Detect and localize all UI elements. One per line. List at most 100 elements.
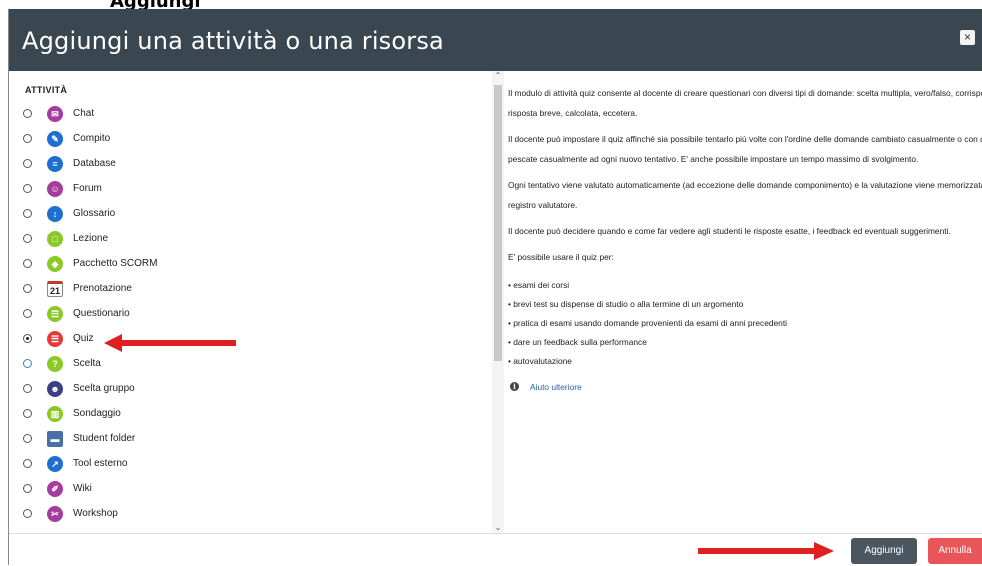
activity-radio[interactable]: [23, 359, 32, 368]
activity-label: Scelta gruppo: [73, 383, 135, 394]
activity-label: Questionario: [73, 308, 130, 319]
dialog-title: Aggiungi una attività o una risorsa: [22, 27, 444, 55]
activity-row[interactable]: ↕ Glossario: [9, 202, 492, 227]
info-icon: i: [510, 382, 519, 391]
close-button[interactable]: ×: [960, 30, 975, 45]
folder-icon: ▬: [47, 431, 63, 447]
activity-radio[interactable]: [23, 209, 32, 218]
activity-description: Il modulo di attività quiz consente al d…: [504, 71, 982, 533]
help-link[interactable]: Aiuto ulteriore: [530, 382, 582, 392]
wiki-icon: ✐: [47, 481, 63, 497]
description-p2-line1: Il docente può impostare il quiz affinch…: [508, 134, 982, 144]
description-p1-line2: risposta breve, calcolata, eccetera.: [508, 108, 638, 118]
scroll-up-icon[interactable]: ⌃: [492, 71, 504, 81]
dialog-header: Aggiungi una attività o una risorsa: [9, 9, 982, 71]
activity-row[interactable]: ↗ Tool esterno: [9, 452, 492, 477]
activity-label: Pacchetto SCORM: [73, 258, 158, 269]
description-bullet: • brevi test su dispense di studio o all…: [508, 299, 744, 309]
activity-radio[interactable]: [23, 309, 32, 318]
scorm-icon: ◈: [47, 256, 63, 272]
section-title: ATTIVITÀ: [25, 85, 68, 95]
bullet-text: autovalutazione: [513, 356, 572, 366]
activity-label: Chat: [73, 108, 95, 119]
scroll-down-icon[interactable]: ⌄: [492, 523, 504, 533]
activity-radio[interactable]: [23, 284, 32, 293]
description-p3-line1: Ogni tentativo viene valutato automatica…: [508, 180, 982, 190]
activity-list-scrollbar[interactable]: ⌃ ⌄: [492, 71, 504, 533]
arrow-right-icon: [698, 542, 834, 560]
activity-radio[interactable]: [23, 434, 32, 443]
page-heading: Aggiungi: [110, 0, 201, 9]
questionnaire-icon: ☰: [47, 306, 63, 322]
close-icon: ×: [963, 30, 971, 44]
lesson-icon: □: [47, 231, 63, 247]
activity-radio[interactable]: [23, 234, 32, 243]
annotation-arrow-add: [698, 542, 834, 560]
activity-label: Scelta: [73, 358, 101, 369]
activity-radio[interactable]: [23, 459, 32, 468]
activity-radio[interactable]: [23, 184, 32, 193]
description-p3-line2: registro valutatore.: [508, 200, 578, 210]
workshop-icon: ✂: [47, 506, 63, 522]
calendar-icon: 21: [47, 281, 63, 297]
activity-radio[interactable]: [23, 159, 32, 168]
annotation-arrow-quiz: [104, 334, 236, 352]
description-bullet: • dare un feedback sulla performance: [508, 337, 647, 347]
activity-radio[interactable]: [23, 259, 32, 268]
description-p5: E' possibile usare il quiz per:: [508, 252, 614, 262]
activity-radio[interactable]: [23, 509, 32, 518]
activity-radio[interactable]: [23, 484, 32, 493]
description-p1-line1: Il modulo di attività quiz consente al d…: [508, 88, 982, 98]
chat-icon: ✉: [47, 106, 63, 122]
activity-row[interactable]: □ Lezione: [9, 227, 492, 252]
forum-icon: ☺: [47, 181, 63, 197]
survey-icon: ▥: [47, 406, 63, 422]
description-bullet: • pratica di esami usando domande proven…: [508, 318, 788, 328]
glossary-icon: ↕: [47, 206, 63, 222]
add-button[interactable]: Aggiungi: [851, 538, 917, 564]
cancel-button[interactable]: Annulla: [928, 538, 982, 564]
arrow-left-icon: [104, 334, 236, 352]
activity-row[interactable]: ☰ Questionario: [9, 302, 492, 327]
activity-label: Student folder: [73, 433, 136, 444]
activity-radio[interactable]: [23, 109, 32, 118]
activity-row[interactable]: ✎ Compito: [9, 127, 492, 152]
activity-list: ATTIVITÀ ✉ Chat ✎ Compito ≡ Database ☺ Forum ↕ Gl…: [9, 71, 492, 533]
quiz-icon: ☰: [47, 331, 63, 347]
activity-row[interactable]: ✐ Wiki: [9, 477, 492, 502]
activity-label: Workshop: [73, 508, 118, 519]
description-bullet: • autovalutazione: [508, 356, 572, 366]
description-bullet: • esami dei corsi: [508, 280, 570, 290]
activity-row[interactable]: ☻ Scelta gruppo: [9, 377, 492, 402]
activity-row[interactable]: ≡ Database: [9, 152, 492, 177]
activity-row[interactable]: ▥ Sondaggio: [9, 402, 492, 427]
scrollbar-thumb[interactable]: [494, 85, 502, 361]
group-choice-icon: ☻: [47, 381, 63, 397]
activity-row[interactable]: ▬ Student folder: [9, 427, 492, 452]
activity-radio[interactable]: [23, 134, 32, 143]
activity-label: Compito: [73, 133, 111, 144]
description-p4: Il docente può decidere quando e come fa…: [508, 226, 951, 236]
activity-label: Database: [73, 158, 116, 169]
activity-row[interactable]: ◈ Pacchetto SCORM: [9, 252, 492, 277]
help-icon: ?: [47, 356, 63, 372]
activity-label: Sondaggio: [73, 408, 121, 419]
bullet-text: brevi test su dispense di studio o alla …: [513, 299, 744, 309]
database-icon: ≡: [47, 156, 63, 172]
activity-label: Tool esterno: [73, 458, 128, 469]
page-heading-fragment: Aggiungi: [0, 0, 982, 9]
bullet-text: pratica di esami usando domande provenie…: [513, 318, 788, 328]
activity-row[interactable]: ? Scelta: [9, 352, 492, 377]
activity-row[interactable]: 21 Prenotazione: [9, 277, 492, 302]
activity-row[interactable]: ✉ Chat: [9, 102, 492, 127]
activity-radio[interactable]: [23, 334, 32, 343]
activity-row[interactable]: ✂ Workshop: [9, 502, 492, 527]
activity-label: Glossario: [73, 208, 116, 219]
activity-label: Prenotazione: [73, 283, 132, 294]
activity-radio[interactable]: [23, 384, 32, 393]
activity-row[interactable]: ☰ Quiz: [9, 327, 492, 352]
activity-row[interactable]: ☺ Forum: [9, 177, 492, 202]
activity-radio[interactable]: [23, 409, 32, 418]
bullet-text: esami dei corsi: [513, 280, 570, 290]
activity-label: Forum: [73, 183, 102, 194]
